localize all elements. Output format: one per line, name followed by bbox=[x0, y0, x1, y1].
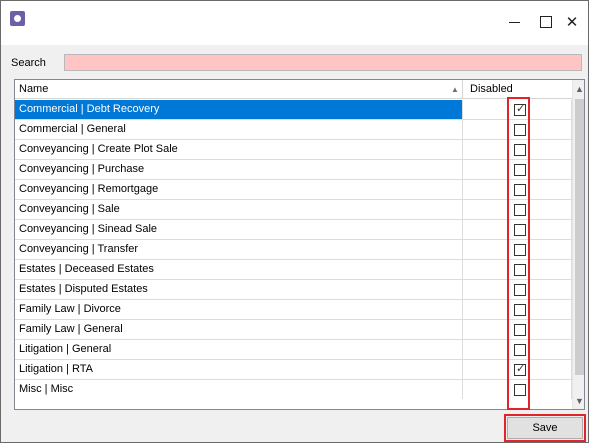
disabled-checkbox[interactable] bbox=[514, 224, 526, 236]
disabled-checkbox[interactable] bbox=[514, 264, 526, 276]
table-row[interactable]: Family Law | General bbox=[15, 320, 572, 340]
grid-rows: Commercial | Debt RecoveryCommercial | G… bbox=[15, 100, 572, 400]
table-row[interactable]: Commercial | General bbox=[15, 120, 572, 140]
table-row[interactable]: Conveyancing | Remortgage bbox=[15, 180, 572, 200]
disabled-checkbox[interactable] bbox=[514, 324, 526, 336]
row-disabled-cell bbox=[463, 340, 572, 359]
scroll-up-icon[interactable]: ▲ bbox=[573, 80, 584, 97]
disabled-checkbox[interactable] bbox=[514, 204, 526, 216]
row-name-cell[interactable]: Conveyancing | Purchase bbox=[15, 160, 463, 179]
column-header-disabled-label: Disabled bbox=[470, 83, 513, 95]
row-disabled-cell bbox=[463, 220, 572, 239]
row-name-cell[interactable]: Commercial | General bbox=[15, 120, 463, 139]
main-window: Search Name ▲ Disabled Commercial | Debt… bbox=[0, 0, 589, 443]
row-disabled-cell bbox=[463, 100, 572, 119]
column-header-disabled[interactable]: Disabled bbox=[464, 80, 572, 99]
table-row[interactable]: Conveyancing | Create Plot Sale bbox=[15, 140, 572, 160]
row-name-cell[interactable]: Litigation | RTA bbox=[15, 360, 463, 379]
search-label: Search bbox=[11, 57, 46, 69]
row-disabled-cell bbox=[463, 180, 572, 199]
disabled-checkbox[interactable] bbox=[514, 362, 526, 376]
row-name-cell[interactable]: Conveyancing | Sinead Sale bbox=[15, 220, 463, 239]
row-name-cell[interactable]: Estates | Deceased Estates bbox=[15, 260, 463, 279]
disabled-checkbox[interactable] bbox=[514, 384, 526, 396]
row-name-cell[interactable]: Misc | Misc bbox=[15, 380, 463, 399]
row-disabled-cell bbox=[463, 360, 572, 379]
row-name-cell[interactable]: Commercial | Debt Recovery bbox=[15, 100, 463, 119]
row-disabled-cell bbox=[463, 260, 572, 279]
row-disabled-cell bbox=[463, 240, 572, 259]
table-row[interactable]: Conveyancing | Sinead Sale bbox=[15, 220, 572, 240]
row-name-cell[interactable]: Estates | Disputed Estates bbox=[15, 280, 463, 299]
type-grid: Name ▲ Disabled Commercial | Debt Recove… bbox=[14, 79, 585, 410]
row-disabled-cell bbox=[463, 120, 572, 139]
row-disabled-cell bbox=[463, 300, 572, 319]
row-disabled-cell bbox=[463, 280, 572, 299]
row-disabled-cell bbox=[463, 380, 572, 399]
table-row[interactable]: Conveyancing | Transfer bbox=[15, 240, 572, 260]
row-disabled-cell bbox=[463, 140, 572, 159]
title-bar bbox=[1, 1, 588, 45]
table-row[interactable]: Conveyancing | Purchase bbox=[15, 160, 572, 180]
search-input[interactable] bbox=[64, 54, 582, 71]
row-name-cell[interactable]: Conveyancing | Sale bbox=[15, 200, 463, 219]
disabled-checkbox[interactable] bbox=[514, 244, 526, 256]
row-name-cell[interactable]: Conveyancing | Transfer bbox=[15, 240, 463, 259]
table-row[interactable]: Litigation | General bbox=[15, 340, 572, 360]
table-row[interactable]: Commercial | Debt Recovery bbox=[15, 100, 572, 120]
disabled-checkbox[interactable] bbox=[514, 284, 526, 296]
column-header-name-label: Name bbox=[19, 83, 49, 95]
row-disabled-cell bbox=[463, 200, 572, 219]
row-name-cell[interactable]: Conveyancing | Create Plot Sale bbox=[15, 140, 463, 159]
vertical-scrollbar[interactable]: ▲ ▼ bbox=[572, 80, 584, 409]
row-disabled-cell bbox=[463, 160, 572, 179]
row-name-cell[interactable]: Litigation | General bbox=[15, 340, 463, 359]
grid-header: Name ▲ Disabled bbox=[15, 80, 572, 99]
table-row[interactable]: Estates | Disputed Estates bbox=[15, 280, 572, 300]
row-name-cell[interactable]: Conveyancing | Remortgage bbox=[15, 180, 463, 199]
disabled-checkbox[interactable] bbox=[514, 164, 526, 176]
row-name-cell[interactable]: Family Law | Divorce bbox=[15, 300, 463, 319]
save-button[interactable]: Save bbox=[507, 417, 583, 439]
row-name-cell[interactable]: Family Law | General bbox=[15, 320, 463, 339]
table-row[interactable]: Estates | Deceased Estates bbox=[15, 260, 572, 280]
disabled-checkbox[interactable] bbox=[514, 184, 526, 196]
disabled-checkbox[interactable] bbox=[514, 344, 526, 356]
close-icon[interactable] bbox=[549, 9, 589, 35]
table-row[interactable]: Litigation | RTA bbox=[15, 360, 572, 380]
disabled-checkbox[interactable] bbox=[514, 304, 526, 316]
column-header-name[interactable]: Name bbox=[15, 80, 463, 99]
table-row[interactable]: Family Law | Divorce bbox=[15, 300, 572, 320]
scroll-down-icon[interactable]: ▼ bbox=[573, 392, 584, 409]
row-disabled-cell bbox=[463, 320, 572, 339]
sort-ascending-icon: ▲ bbox=[451, 85, 459, 94]
disabled-checkbox[interactable] bbox=[514, 102, 526, 116]
table-row[interactable]: Conveyancing | Sale bbox=[15, 200, 572, 220]
scrollbar-thumb[interactable] bbox=[575, 99, 584, 375]
table-row[interactable]: Misc | Misc bbox=[15, 380, 572, 400]
app-icon bbox=[10, 11, 25, 26]
disabled-checkbox[interactable] bbox=[514, 144, 526, 156]
disabled-checkbox[interactable] bbox=[514, 124, 526, 136]
